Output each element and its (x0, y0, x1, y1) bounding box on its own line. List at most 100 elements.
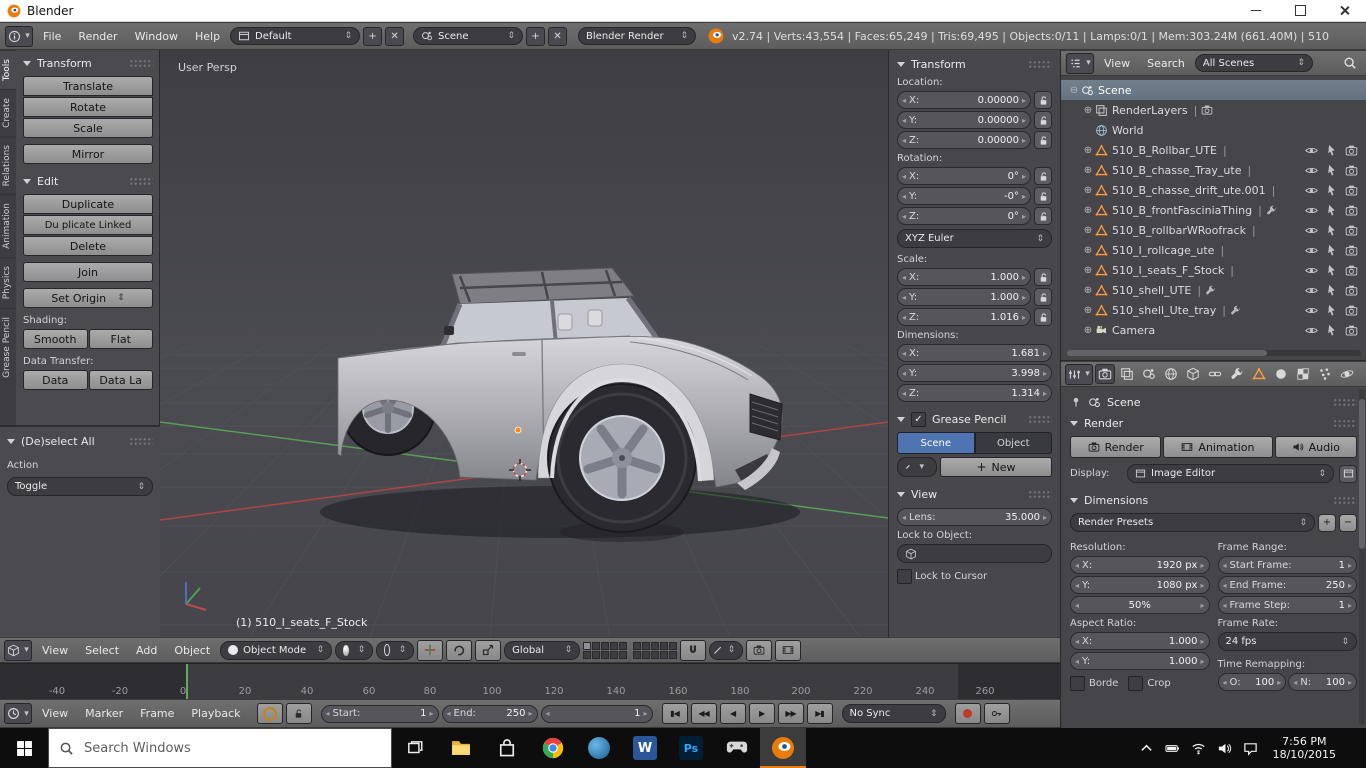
outliner-menu-search[interactable]: Search (1140, 57, 1192, 70)
tab-render[interactable] (1095, 364, 1115, 384)
restrict-select-icon[interactable] (1325, 204, 1338, 217)
properties-scrollbar[interactable] (1359, 389, 1365, 725)
menu-help[interactable]: Help (188, 30, 227, 43)
editor-type-timeline-icon[interactable]: ▾ (4, 703, 32, 724)
lens-field[interactable]: Lens:35.000 (897, 508, 1052, 526)
render-animation-button[interactable]: Animation (1163, 436, 1272, 458)
eye-icon[interactable] (1305, 244, 1318, 257)
outliner-row-object[interactable]: ⊕ 510_B_chasse_Tray_ute | (1061, 160, 1366, 180)
resolution-y-field[interactable]: Y:1080 px (1070, 576, 1210, 594)
location-z-field[interactable]: Z:0.00000 (897, 131, 1031, 149)
car-model[interactable] (320, 268, 800, 542)
border-checkbox[interactable] (1070, 676, 1085, 691)
action-dropdown[interactable]: Toggle (7, 477, 153, 496)
tab-physics[interactable] (1337, 364, 1357, 384)
manipulator-scale-button[interactable] (475, 640, 501, 661)
aspect-y-field[interactable]: Y:1.000 (1070, 652, 1210, 670)
expand-toggle-icon[interactable]: ⊕ (1081, 265, 1095, 276)
outliner-horizontal-scrollbar[interactable] (1067, 350, 1361, 356)
menu-window[interactable]: Window (128, 30, 185, 43)
set-origin-menu[interactable]: Set Origin (23, 288, 153, 308)
shade-flat-button[interactable]: Flat (89, 329, 154, 349)
lock-icon[interactable] (1034, 167, 1052, 185)
dim-y-field[interactable]: Y:3.998 (897, 364, 1052, 382)
outliner-item-label[interactable]: 510_shell_UTE (1112, 284, 1191, 297)
restrict-select-icon[interactable] (1325, 184, 1338, 197)
viewport-shading-dropdown[interactable] (335, 641, 373, 660)
gp-source-scene-button[interactable]: Scene (897, 432, 975, 454)
collapse-toggle-icon[interactable]: ⊖ (1067, 85, 1081, 96)
tab-render-layers[interactable] (1117, 364, 1137, 384)
delete-layout-button[interactable]: ✕ (385, 27, 404, 46)
redo-panel-header[interactable]: (De)select All (7, 432, 153, 450)
scale-z-field[interactable]: Z:1.016 (897, 308, 1031, 326)
action-center-icon[interactable] (1243, 741, 1258, 756)
expand-toggle-icon[interactable]: ⊕ (1081, 285, 1095, 296)
photoshop-icon[interactable]: Ps (668, 728, 714, 768)
transform-orientation-dropdown[interactable]: Global (504, 641, 580, 660)
display-mode-dropdown[interactable]: Image Editor (1127, 464, 1334, 483)
restrict-render-icon[interactable] (1345, 284, 1358, 297)
resolution-percentage-slider[interactable]: 50% (1070, 596, 1210, 614)
outliner-row-object[interactable]: ⊕ 510_B_frontFasciniaThing | (1061, 200, 1366, 220)
eye-icon[interactable] (1305, 164, 1318, 177)
scale-button[interactable]: Scale (23, 118, 153, 138)
eye-icon[interactable] (1305, 224, 1318, 237)
outliner-row-scene[interactable]: ⊖ Scene (1061, 80, 1366, 100)
restrict-select-icon[interactable] (1325, 324, 1338, 337)
play-reverse-button[interactable]: ◀ (720, 703, 746, 724)
close-button[interactable] (1322, 0, 1366, 22)
expand-toggle-icon[interactable]: ⊕ (1081, 305, 1095, 316)
timeline-ruler[interactable]: -40 -20 0 20 40 60 80 100 120 140 160 18… (0, 663, 1060, 700)
remap-new-field[interactable]: N:100 (1288, 673, 1357, 691)
render-panel-header[interactable]: Render (1070, 414, 1357, 432)
rotation-z-field[interactable]: Z:0° (897, 207, 1031, 225)
sync-mode-dropdown[interactable]: No Sync (842, 704, 946, 723)
crop-checkbox[interactable] (1128, 676, 1143, 691)
outliner-row-camera[interactable]: ⊕ Camera (1061, 320, 1366, 340)
view-menu[interactable]: View (35, 644, 75, 657)
outliner-item-label[interactable]: Scene (1098, 84, 1132, 97)
gp-new-layer-button[interactable]: +New (940, 457, 1052, 477)
restrict-select-icon[interactable] (1325, 304, 1338, 317)
remap-old-field[interactable]: O:100 (1218, 673, 1287, 691)
eye-icon[interactable] (1305, 144, 1318, 157)
rotate-button[interactable]: Rotate (23, 97, 153, 117)
outliner-row-object[interactable]: ⊕ 510_shell_Ute_tray | (1061, 300, 1366, 320)
search-icon[interactable] (1343, 56, 1357, 70)
translate-button[interactable]: Translate (23, 76, 153, 96)
record-button[interactable] (955, 703, 981, 724)
tab-physics[interactable]: Physics (0, 257, 16, 307)
outliner-item-label[interactable]: 510_I_seats_F_Stock (1112, 264, 1224, 277)
outliner-item-label[interactable]: Camera (1112, 324, 1155, 337)
current-frame-field[interactable]: 1 (541, 705, 653, 723)
outliner-row-object[interactable]: ⊕ 510_I_seats_F_Stock | (1061, 260, 1366, 280)
lock-icon[interactable] (1034, 268, 1052, 286)
tab-material[interactable] (1271, 364, 1291, 384)
location-x-field[interactable]: X:0.00000 (897, 91, 1031, 109)
add-scene-button[interactable]: + (526, 27, 545, 46)
render-button[interactable]: Render (1070, 436, 1161, 458)
keying-set-button[interactable] (984, 703, 1010, 724)
resolution-x-field[interactable]: X:1920 px (1070, 556, 1210, 574)
duplicate-button[interactable]: Duplicate (23, 194, 153, 214)
lock-icon[interactable] (1034, 288, 1052, 306)
search-input[interactable] (82, 740, 381, 757)
blender-taskbar-icon[interactable] (760, 728, 806, 768)
tab-data[interactable] (1249, 364, 1269, 384)
pin-icon[interactable] (1070, 396, 1082, 408)
next-keyframe-button[interactable]: ▶▶ (778, 703, 804, 724)
outliner-item-label[interactable]: 510_I_rollcage_ute (1112, 244, 1214, 257)
restrict-render-icon[interactable] (1345, 184, 1358, 197)
restrict-select-icon[interactable] (1325, 244, 1338, 257)
manipulator-rotate-button[interactable] (446, 640, 472, 661)
eye-icon[interactable] (1305, 204, 1318, 217)
outliner-row-renderlayers[interactable]: ⊕ RenderLayers | (1061, 100, 1366, 120)
opengl-render-animation-button[interactable] (775, 640, 801, 661)
outliner-item-label[interactable]: 510_B_frontFasciniaThing (1112, 204, 1252, 217)
tab-relations[interactable]: Relations (0, 136, 16, 194)
frame-step-field[interactable]: Frame Step:1 (1218, 596, 1358, 614)
timeline-menu-view[interactable]: View (35, 707, 75, 720)
pivot-point-dropdown[interactable] (376, 641, 414, 660)
menu-render[interactable]: Render (71, 30, 124, 43)
